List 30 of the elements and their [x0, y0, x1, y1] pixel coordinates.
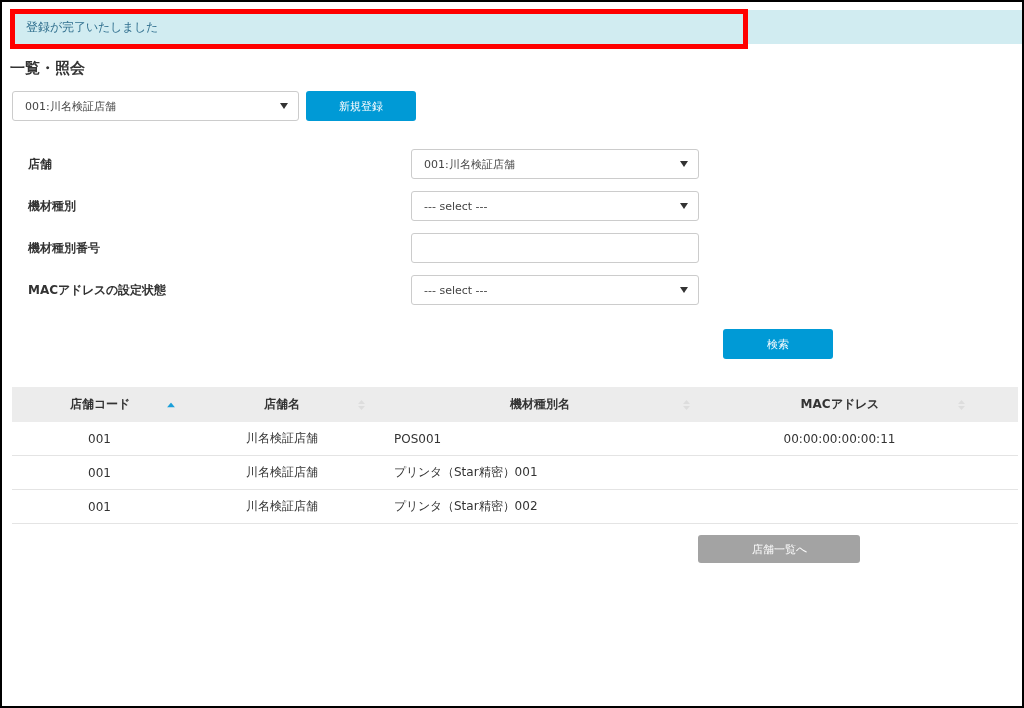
column-header[interactable]: 店舗コード [69, 396, 130, 413]
store-select[interactable]: 001:川名検証店舗 [12, 91, 299, 121]
select-field[interactable]: --- select --- [411, 275, 699, 305]
field-label: 機材種別番号 [28, 239, 101, 257]
column-header[interactable]: 機材種別名 [509, 396, 570, 413]
table-cell: 001 [88, 431, 111, 446]
page-title: 一覧・照会 [10, 59, 86, 77]
alert-message: 登録が完了いたしました [26, 18, 158, 36]
field-label: MACアドレスの設定状態 [28, 281, 168, 299]
caret-icon [680, 203, 688, 209]
sort-ascending-icon[interactable] [167, 402, 175, 407]
table-cell: 川名検証店舗 [246, 498, 318, 515]
column-header[interactable]: MACアドレス [800, 396, 879, 413]
caret-icon [680, 161, 688, 167]
input-field[interactable] [411, 233, 699, 263]
table-cell: プリンタ（Star精密）001 [394, 464, 538, 481]
table-cell: 001 [88, 465, 111, 480]
field-label: 店舗 [28, 155, 53, 173]
select-field[interactable]: --- select --- [411, 191, 699, 221]
table-cell: 川名検証店舗 [246, 430, 318, 447]
column-header[interactable]: 店舗名 [264, 396, 300, 413]
table-cell: 川名検証店舗 [246, 464, 318, 481]
field-label: 機材種別 [28, 197, 77, 215]
table-cell: 00:00:00:00:00:11 [783, 431, 896, 446]
caret-icon [680, 287, 688, 293]
table-cell: POS001 [394, 431, 442, 446]
table-cell: 001 [88, 499, 111, 514]
caret-icon [280, 103, 288, 109]
table-cell: プリンタ（Star精密）002 [394, 498, 538, 515]
select-field[interactable]: 001:川名検証店舗 [411, 149, 699, 179]
